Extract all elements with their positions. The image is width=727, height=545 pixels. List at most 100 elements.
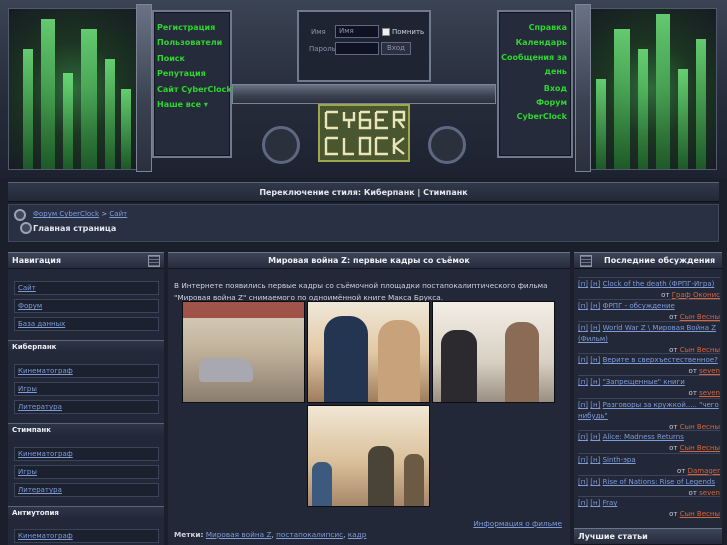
author-link[interactable]: Сын Весны <box>680 444 720 452</box>
new-posts-link[interactable]: [п] <box>578 433 588 441</box>
author-link[interactable]: Сын Весны <box>680 510 720 518</box>
header-nav-right: Справка Календарь Сообщения за день Вход… <box>497 10 573 158</box>
article-title[interactable]: Мировая война Z: первые кадры со съёмок <box>268 256 470 265</box>
first-post-link[interactable]: [н] <box>590 378 600 386</box>
discussion-topic-line: [п] [н] Alice: Madness Returns <box>578 432 720 443</box>
cyberclock-logo[interactable] <box>318 104 410 162</box>
tag-link[interactable]: постапокалипсис <box>276 530 343 539</box>
first-post-link[interactable]: [н] <box>590 456 600 464</box>
style-switcher[interactable]: Переключение стиля: Киберпанк | Стимпанк <box>8 182 719 202</box>
discussion-topic-line: [п] [н] World War Z \ Мировая Война Z (Ф… <box>578 323 720 345</box>
discussion-item: [п] [н] World War Z \ Мировая Война Z (Ф… <box>578 323 720 355</box>
discussion-topic-link[interactable]: Clock of the death (ФРПГ-Игра) <box>603 280 715 288</box>
discussion-topic-link[interactable]: Верите в сверхъестественное? <box>603 356 718 364</box>
sidebar-item-steampunk-cinema[interactable]: Кинематограф <box>14 447 159 461</box>
tag-link[interactable]: Мировая война Z <box>206 530 272 539</box>
new-posts-link[interactable]: [п] <box>578 356 588 364</box>
first-post-link[interactable]: [н] <box>590 324 600 332</box>
article-photo[interactable] <box>307 301 430 403</box>
first-post-link[interactable]: [н] <box>590 356 600 364</box>
tag-link[interactable]: кадр <box>348 530 367 539</box>
first-post-link[interactable]: [н] <box>590 433 600 441</box>
sidebar-item-cyberpunk-cinema[interactable]: Кинематограф <box>14 364 159 378</box>
breadcrumb: Форум CyberClock > Сайт Главная страница <box>8 204 719 242</box>
breadcrumb-site-link[interactable]: Сайт <box>109 210 127 218</box>
author-link[interactable]: Граф Оконис <box>672 291 720 299</box>
page-title: Главная страница <box>33 224 117 233</box>
sidebar-item-steampunk-literature[interactable]: Литература <box>14 483 159 497</box>
article-header: Мировая война Z: первые кадры со съёмок <box>168 252 570 269</box>
discussion-topic-link[interactable]: Разговоры за кружкой..... "чего нибудь" <box>578 401 719 420</box>
first-post-link[interactable]: [н] <box>590 401 600 409</box>
first-post-link[interactable]: [н] <box>590 499 600 507</box>
nav-todays-posts-link[interactable]: Сообщения за день <box>499 51 567 81</box>
header-frame-left <box>136 4 152 172</box>
sidebar-item-cyberpunk-games[interactable]: Игры <box>14 382 159 396</box>
divider <box>578 475 720 476</box>
password-input[interactable] <box>335 42 379 55</box>
new-posts-link[interactable]: [п] <box>578 378 588 386</box>
discussion-topic-link[interactable]: "Запрещенные" книги <box>603 378 685 386</box>
forum-gear-icon <box>14 209 26 221</box>
discussion-item: [п] [н] "Запрещенные" книги от seven <box>578 377 720 399</box>
navigation-header: Навигация <box>8 252 164 269</box>
cyberpunk-section-title: Киберпанк <box>8 340 164 354</box>
discussion-item: [п] [н] Alice: Madness Returns от Сын Вес… <box>578 432 720 454</box>
gear-icon <box>428 126 466 164</box>
article-photo[interactable] <box>432 301 555 403</box>
new-posts-link[interactable]: [п] <box>578 478 588 486</box>
discussion-item: [п] [н] ФРПГ - обсуждение от Сын Весны <box>578 301 720 323</box>
new-posts-link[interactable]: [п] <box>578 302 588 310</box>
divider <box>578 398 720 399</box>
sidebar-item-site[interactable]: Сайт <box>14 281 159 295</box>
nav-forum-link[interactable]: Форум CyberClock <box>499 96 567 126</box>
divider <box>578 375 720 376</box>
author-link[interactable]: seven <box>699 389 720 397</box>
author-link[interactable]: Damager <box>688 467 720 475</box>
remember-checkbox[interactable] <box>382 28 390 36</box>
first-post-link[interactable]: [н] <box>590 302 600 310</box>
article-body: В Интернете появились первые кадры со съ… <box>174 281 548 302</box>
discussion-topic-link[interactable]: Fray <box>603 499 618 507</box>
divider <box>578 353 720 354</box>
breadcrumb-forum-link[interactable]: Форум CyberClock <box>33 210 99 218</box>
login-button[interactable]: Вход <box>381 42 411 55</box>
discussion-item: [п] [н] Fray от Сын Весны <box>578 498 720 520</box>
nav-reputation-link[interactable]: Репутация <box>157 66 230 81</box>
movie-info-link[interactable]: Информация о фильме <box>473 519 562 528</box>
new-posts-link[interactable]: [п] <box>578 401 588 409</box>
sidebar-item-cyberpunk-literature[interactable]: Литература <box>14 400 159 414</box>
sidebar-item-antiutopia-cinema[interactable]: Кинематограф <box>14 529 159 543</box>
author-link[interactable]: Сын Весны <box>680 313 720 321</box>
new-posts-link[interactable]: [п] <box>578 499 588 507</box>
sidebar-item-forum[interactable]: Форум <box>14 299 159 313</box>
sidebar-item-steampunk-games[interactable]: Игры <box>14 465 159 479</box>
first-post-link[interactable]: [н] <box>590 280 600 288</box>
nav-search-link[interactable]: Поиск <box>157 51 230 66</box>
article-photo[interactable] <box>182 301 305 403</box>
discussion-item: [п] [н] Clock of the death (ФРПГ-Игра) от… <box>578 279 720 301</box>
new-posts-link[interactable]: [п] <box>578 456 588 464</box>
username-label: Имя <box>311 28 326 36</box>
new-posts-link[interactable]: [п] <box>578 280 588 288</box>
username-input[interactable]: Имя <box>335 25 379 38</box>
nav-register-link[interactable]: Регистрация <box>157 20 230 35</box>
nav-users-link[interactable]: Пользователи <box>157 35 230 50</box>
divider <box>578 496 720 497</box>
by-label: от <box>676 466 686 475</box>
nav-login-link[interactable]: Вход <box>499 81 567 96</box>
first-post-link[interactable]: [н] <box>590 478 600 486</box>
nav-more-menu[interactable]: Наше все ▾ <box>157 97 230 112</box>
discussion-topic-link[interactable]: Rise of Nations: Rise of Legends <box>603 478 715 486</box>
discussion-topic-link[interactable]: Sinth-эра <box>603 456 636 464</box>
sidebar-item-database[interactable]: База данных <box>14 317 159 331</box>
article-photo[interactable] <box>307 405 430 507</box>
nav-site-link[interactable]: Сайт CyberClock <box>157 82 232 97</box>
discussion-topic-link[interactable]: ФРПГ - обсуждение <box>603 302 675 310</box>
nav-help-link[interactable]: Справка <box>499 20 567 35</box>
author-link[interactable]: seven <box>699 367 720 375</box>
nav-calendar-link[interactable]: Календарь <box>499 35 567 50</box>
discussion-topic-link[interactable]: Alice: Madness Returns <box>603 433 684 441</box>
new-posts-link[interactable]: [п] <box>578 324 588 332</box>
discussion-topic-line: [п] [н] ФРПГ - обсуждение <box>578 301 720 312</box>
